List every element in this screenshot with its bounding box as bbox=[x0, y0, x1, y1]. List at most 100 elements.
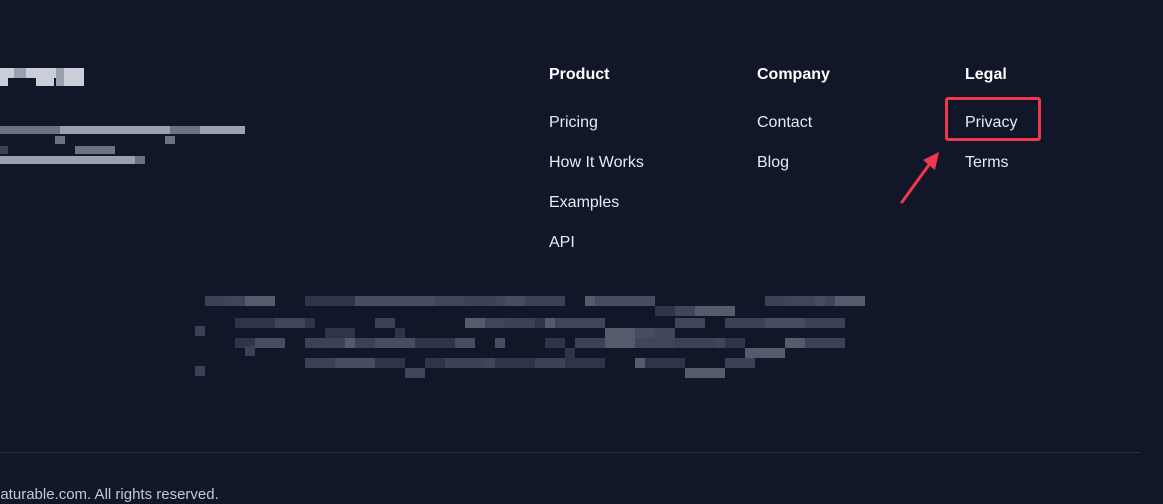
redacted-pixel bbox=[64, 68, 84, 86]
redacted-pixel bbox=[305, 338, 345, 348]
redacted-pixel bbox=[675, 306, 695, 316]
redacted-pixel bbox=[635, 328, 655, 338]
redacted-pixel bbox=[195, 366, 205, 376]
redacted-pixel bbox=[575, 318, 605, 328]
redacted-pixel bbox=[655, 328, 675, 338]
redacted-pixel bbox=[135, 156, 145, 164]
redacted-pixel bbox=[675, 318, 705, 328]
redacted-pixel bbox=[305, 296, 325, 306]
redacted-pixel bbox=[0, 146, 8, 154]
redacted-pixel bbox=[0, 156, 135, 164]
redacted-pixel bbox=[675, 338, 715, 348]
redacted-pixel bbox=[575, 338, 605, 348]
redacted-text-block bbox=[195, 296, 875, 388]
footer-link-privacy[interactable]: Privacy bbox=[965, 114, 1017, 132]
footer-column-company: Company Contact Blog bbox=[757, 66, 830, 194]
redacted-pixel bbox=[415, 338, 455, 348]
redacted-pixel bbox=[355, 338, 375, 348]
redacted-pixel bbox=[375, 358, 405, 368]
redacted-pixel bbox=[205, 296, 225, 306]
redacted-pixel bbox=[785, 296, 815, 306]
redacted-pixel bbox=[835, 296, 865, 306]
redacted-pixel bbox=[725, 358, 755, 368]
redacted-pixel bbox=[565, 358, 595, 368]
redacted-pixel bbox=[505, 318, 535, 328]
redacted-pixel bbox=[225, 296, 245, 306]
redacted-pixel bbox=[0, 78, 8, 86]
redacted-pixel bbox=[465, 296, 485, 306]
column-title-company: Company bbox=[757, 66, 830, 83]
redacted-pixel bbox=[395, 296, 435, 306]
redacted-pixel bbox=[765, 296, 785, 306]
redacted-pixel bbox=[485, 296, 495, 306]
redacted-pixel bbox=[555, 318, 575, 328]
footer-link-terms[interactable]: Terms bbox=[965, 154, 1017, 172]
redacted-pixel bbox=[725, 318, 765, 328]
redacted-pixel bbox=[235, 318, 275, 328]
redacted-pixel bbox=[695, 306, 735, 316]
redacted-pixel bbox=[495, 358, 535, 368]
redacted-pixel bbox=[255, 338, 285, 348]
redacted-pixel bbox=[595, 296, 635, 306]
footer-column-legal: Legal Privacy Terms bbox=[965, 66, 1017, 194]
redacted-pixel bbox=[245, 296, 275, 306]
redacted-pixel bbox=[275, 318, 305, 328]
redacted-pixel bbox=[305, 358, 335, 368]
redacted-pixel bbox=[345, 338, 355, 348]
redacted-pixel bbox=[405, 368, 425, 378]
redacted-pixel bbox=[605, 328, 635, 338]
footer-divider bbox=[0, 452, 1140, 453]
redacted-pixel bbox=[785, 338, 805, 348]
redacted-pixel bbox=[595, 358, 605, 368]
redacted-pixel bbox=[495, 296, 505, 306]
column-title-product: Product bbox=[549, 66, 610, 83]
redacted-pixel bbox=[170, 126, 200, 134]
redacted-pixel bbox=[335, 358, 375, 368]
redacted-pixel bbox=[455, 338, 475, 348]
redacted-pixel bbox=[305, 318, 315, 328]
redacted-pixel bbox=[200, 126, 245, 134]
redacted-pixel bbox=[195, 326, 205, 336]
redacted-pixel bbox=[605, 338, 635, 348]
redacted-pixel bbox=[55, 136, 65, 144]
redacted-pixel bbox=[655, 306, 675, 316]
footer-link-api[interactable]: API bbox=[549, 234, 644, 252]
redacted-pixel bbox=[485, 318, 505, 328]
redacted-pixel bbox=[26, 68, 56, 78]
redacted-pixel bbox=[745, 348, 785, 358]
redacted-pixel bbox=[0, 68, 14, 78]
redacted-pixel bbox=[685, 368, 725, 378]
footer-link-examples[interactable]: Examples bbox=[549, 194, 644, 212]
redacted-pixel bbox=[355, 296, 395, 306]
redacted-pixel bbox=[635, 296, 655, 306]
footer-link-contact[interactable]: Contact bbox=[757, 114, 830, 132]
redacted-pixel bbox=[645, 358, 685, 368]
redacted-pixel bbox=[535, 358, 555, 368]
footer-link-how-it-works[interactable]: How It Works bbox=[549, 154, 644, 172]
redacted-pixel bbox=[485, 358, 495, 368]
redacted-pixel bbox=[825, 296, 835, 306]
redacted-pixel bbox=[245, 346, 255, 356]
redacted-pixel bbox=[56, 68, 64, 86]
redacted-pixel bbox=[465, 318, 485, 328]
redacted-pixel bbox=[545, 338, 565, 348]
redacted-pixel bbox=[395, 328, 405, 338]
redacted-pixel bbox=[505, 296, 525, 306]
redacted-pixel bbox=[545, 318, 555, 328]
redacted-pixel bbox=[325, 328, 355, 338]
redacted-pixel bbox=[805, 318, 845, 328]
redacted-pixel bbox=[36, 78, 54, 86]
redacted-pixel bbox=[495, 338, 505, 348]
redacted-pixel bbox=[0, 126, 60, 134]
footer-link-pricing[interactable]: Pricing bbox=[549, 114, 644, 132]
redacted-pixel bbox=[60, 126, 170, 134]
redacted-pixel bbox=[375, 318, 395, 328]
redacted-pixel bbox=[555, 358, 565, 368]
redacted-pixel bbox=[535, 318, 545, 328]
redacted-pixel bbox=[805, 338, 845, 348]
redacted-pixel bbox=[585, 296, 595, 306]
footer-link-blog[interactable]: Blog bbox=[757, 154, 830, 172]
redacted-pixel bbox=[635, 338, 675, 348]
redacted-pixel bbox=[425, 358, 445, 368]
redacted-pixel bbox=[635, 358, 645, 368]
